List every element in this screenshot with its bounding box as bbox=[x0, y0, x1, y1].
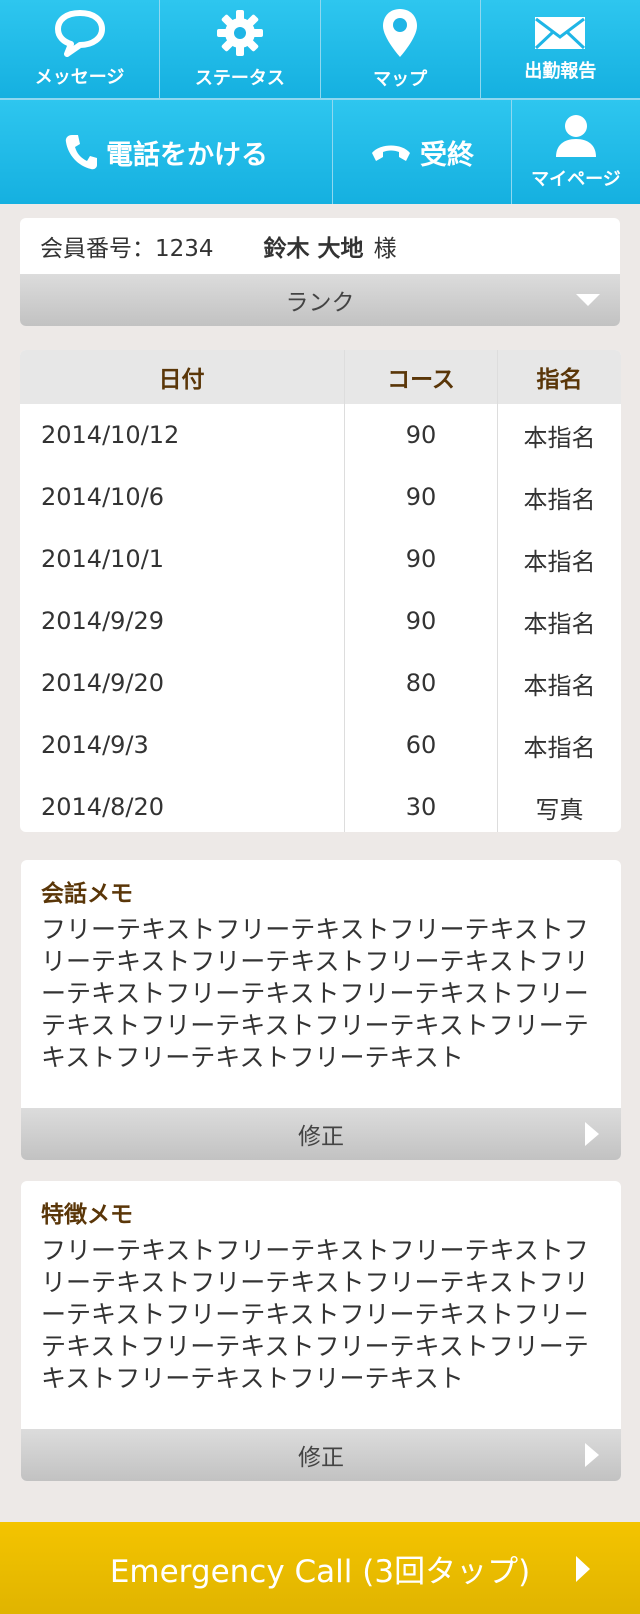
conversation-memo-text: フリーテキストフリーテキストフリーテキストフリーテキストフリーテキストフリーテキ… bbox=[41, 915, 589, 1072]
nav-report-button[interactable]: 出勤報告 bbox=[481, 0, 640, 98]
cell-date: 2014/8/20 bbox=[20, 776, 345, 832]
cell-course: 90 bbox=[344, 404, 498, 466]
chevron-right-icon bbox=[585, 1122, 599, 1146]
emergency-call-label: Emergency Call (3回タップ) bbox=[109, 1553, 531, 1590]
cell-nomination: 本指名 bbox=[523, 485, 596, 514]
table-row: 2014/10/12 90 本指名 bbox=[20, 404, 621, 466]
feature-memo-title: 特徴メモ bbox=[41, 1202, 133, 1228]
table-row: 2014/9/29 90 本指名 bbox=[20, 590, 621, 652]
mypage-label: マイページ bbox=[531, 169, 621, 190]
top-nav: メッセージ ステータス マップ 出勤報告 bbox=[0, 0, 640, 100]
emergency-call-button[interactable]: Emergency Call (3回タップ) bbox=[0, 1522, 640, 1614]
cell-nomination: 本指名 bbox=[523, 547, 596, 576]
conversation-memo-edit-button[interactable]: 修正 bbox=[21, 1108, 621, 1160]
rank-dropdown[interactable]: ランク bbox=[20, 274, 620, 326]
cell-course: 90 bbox=[344, 590, 498, 652]
cell-date: 2014/10/6 bbox=[20, 466, 345, 528]
cell-date: 2014/9/29 bbox=[20, 590, 345, 652]
table-header-row: 日付 コース 指名 bbox=[20, 350, 621, 404]
chevron-down-icon bbox=[576, 294, 600, 306]
nav-status-button[interactable]: ステータス bbox=[160, 0, 321, 98]
table-row: 2014/8/20 30 写真 bbox=[20, 776, 621, 832]
conversation-memo-card: 会話メモ フリーテキストフリーテキストフリーテキストフリーテキストフリーテキスト… bbox=[21, 860, 621, 1160]
nav-status-label: ステータス bbox=[194, 68, 285, 89]
visit-history: 日付 コース 指名 2014/10/12 90 本指名 2014/10/6 90… bbox=[20, 350, 621, 832]
cell-nomination: 写真 bbox=[535, 795, 584, 824]
member-info: 会員番号：1234 鈴木 大地 様 bbox=[20, 218, 620, 274]
cell-course: 80 bbox=[344, 652, 498, 714]
table-row: 2014/10/1 90 本指名 bbox=[20, 528, 621, 590]
column-header-course: コース bbox=[344, 350, 498, 404]
nav-map-button[interactable]: マップ bbox=[321, 0, 481, 98]
gear-icon bbox=[216, 10, 263, 56]
envelope-icon bbox=[535, 17, 586, 50]
feature-memo-card: 特徴メモ フリーテキストフリーテキストフリーテキストフリーテキストフリーテキスト… bbox=[21, 1181, 621, 1481]
column-header-date: 日付 bbox=[20, 350, 345, 404]
edit-label: 修正 bbox=[298, 1445, 344, 1471]
member-name: 鈴木 大地 bbox=[263, 236, 364, 262]
cell-nomination: 本指名 bbox=[523, 609, 596, 638]
member-number: 会員番号：1234 bbox=[40, 236, 214, 262]
feature-memo-text: フリーテキストフリーテキストフリーテキストフリーテキストフリーテキストフリーテキ… bbox=[41, 1236, 589, 1393]
cell-date: 2014/10/1 bbox=[20, 528, 345, 590]
nav-map-label: マップ bbox=[373, 69, 428, 90]
cell-date: 2014/9/3 bbox=[20, 714, 345, 776]
member-card: 会員番号：1234 鈴木 大地 様 ランク bbox=[20, 218, 620, 326]
speech-bubble-icon bbox=[54, 10, 105, 57]
column-header-nomination: 指名 bbox=[497, 350, 621, 404]
cell-date: 2014/10/12 bbox=[20, 404, 345, 466]
cell-course: 90 bbox=[344, 528, 498, 590]
visit-history-table: 日付 コース 指名 2014/10/12 90 本指名 2014/10/6 90… bbox=[20, 350, 621, 832]
cell-course: 60 bbox=[344, 714, 498, 776]
nav-report-label: 出勤報告 bbox=[524, 61, 597, 82]
call-nav: 電話をかける 受終 マイページ bbox=[0, 100, 640, 204]
cell-nomination: 本指名 bbox=[523, 423, 596, 452]
user-icon bbox=[556, 115, 596, 157]
conversation-memo-title: 会話メモ bbox=[41, 881, 133, 907]
cell-date: 2014/9/20 bbox=[20, 652, 345, 714]
chevron-right-icon bbox=[576, 1556, 590, 1582]
hangup-label: 受終 bbox=[420, 139, 474, 171]
chevron-right-icon bbox=[585, 1443, 599, 1467]
map-pin-icon bbox=[383, 9, 418, 57]
nav-message-label: メッセージ bbox=[34, 67, 125, 88]
rank-label: ランク bbox=[285, 290, 355, 316]
cell-nomination: 本指名 bbox=[523, 733, 596, 762]
cell-nomination: 本指名 bbox=[523, 671, 596, 700]
cell-course: 30 bbox=[344, 776, 498, 832]
call-button[interactable]: 電話をかける bbox=[0, 100, 333, 204]
table-row: 2014/10/6 90 本指名 bbox=[20, 466, 621, 528]
edit-label: 修正 bbox=[298, 1124, 344, 1150]
cell-course: 90 bbox=[344, 466, 498, 528]
feature-memo-edit-button[interactable]: 修正 bbox=[21, 1429, 621, 1481]
hangup-phone-icon bbox=[372, 145, 410, 161]
call-label: 電話をかける bbox=[106, 139, 268, 171]
member-honorific: 様 bbox=[373, 236, 397, 262]
table-row: 2014/9/20 80 本指名 bbox=[20, 652, 621, 714]
hangup-button[interactable]: 受終 bbox=[333, 100, 512, 204]
table-row: 2014/9/3 60 本指名 bbox=[20, 714, 621, 776]
mypage-button[interactable]: マイページ bbox=[512, 100, 640, 204]
phone-icon bbox=[65, 135, 97, 170]
nav-message-button[interactable]: メッセージ bbox=[0, 0, 161, 98]
